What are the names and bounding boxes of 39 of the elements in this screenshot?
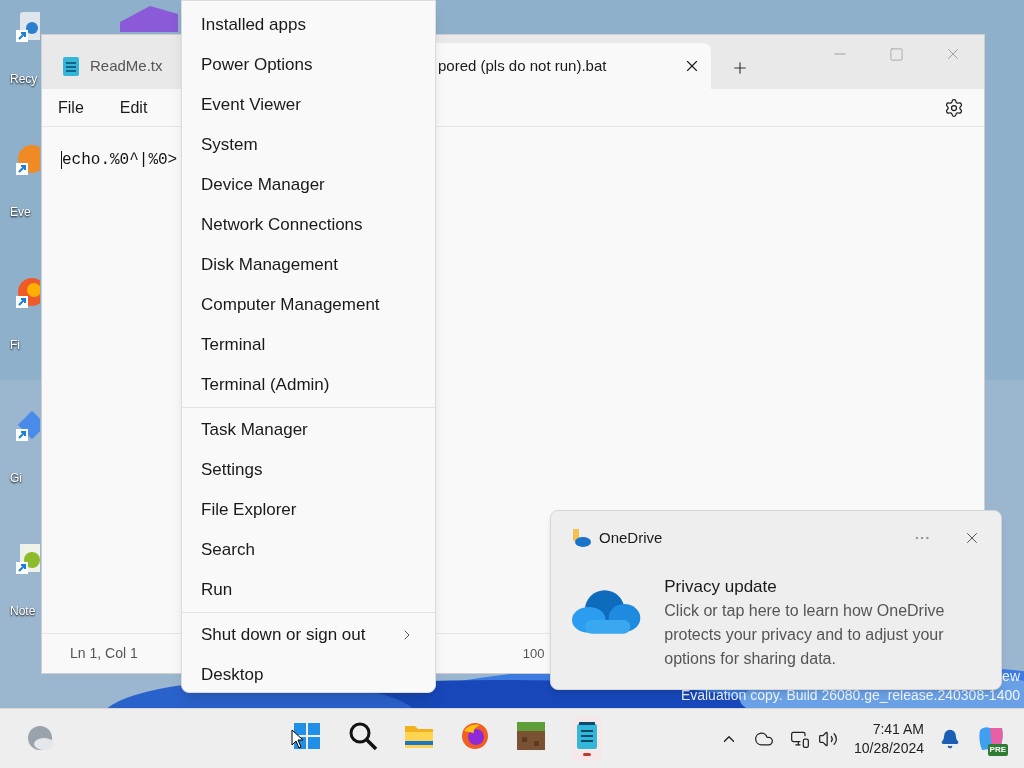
menu-item[interactable]: Installed apps bbox=[182, 5, 435, 45]
cursor-position: Ln 1, Col 1 bbox=[70, 644, 138, 663]
menu-item[interactable]: Search bbox=[182, 530, 435, 570]
search-icon[interactable] bbox=[348, 721, 378, 751]
menu-item[interactable]: Device Manager bbox=[182, 165, 435, 205]
app-name: OneDrive bbox=[599, 528, 663, 548]
menu-item[interactable]: System bbox=[182, 125, 435, 165]
menu-item[interactable]: Task Manager bbox=[182, 410, 435, 450]
menu-item[interactable]: File bbox=[58, 95, 84, 120]
menu-item[interactable]: Network Connections bbox=[182, 205, 435, 245]
cloud-icon bbox=[571, 587, 643, 634]
menu-item[interactable]: Terminal bbox=[182, 325, 435, 365]
tab-title: ReadMe.tx bbox=[90, 55, 163, 76]
notification-toast[interactable]: OneDrive Privacy update Click or tap here to learn how OneDrive protects your privacy and to adjust your options for sharing data. bbox=[550, 510, 1002, 690]
browser-icon[interactable] bbox=[460, 721, 490, 751]
editor-text: echo.%0^|%0> bbox=[61, 151, 178, 169]
menu-item[interactable]: Terminal (Admin) bbox=[182, 365, 435, 405]
toast-title: Privacy update bbox=[664, 575, 778, 598]
onedrive-icon bbox=[571, 529, 591, 548]
taskbar-app[interactable] bbox=[572, 716, 602, 761]
toast-body: Click or tap here to learn how OneDrive protects your privacy and to adjust your options for sharing data. bbox=[664, 601, 946, 669]
menu-item[interactable]: Desktop bbox=[182, 655, 435, 695]
watermark-text: ew bbox=[1002, 667, 1020, 686]
menu-item[interactable]: File Explorer bbox=[182, 490, 435, 530]
menu-item[interactable]: Shut down or sign out bbox=[182, 615, 435, 655]
menu-item[interactable]: Disk Management bbox=[182, 245, 435, 285]
cursor-icon bbox=[291, 729, 303, 749]
grass-block-icon[interactable] bbox=[516, 721, 546, 751]
new-tab-icon[interactable] bbox=[731, 59, 749, 77]
menu-item[interactable]: Run bbox=[182, 570, 435, 610]
settings-icon[interactable] bbox=[944, 97, 964, 118]
menu-item[interactable]: Settings bbox=[182, 450, 435, 490]
menu-item[interactable]: Edit bbox=[119, 95, 148, 120]
menu-item[interactable]: Computer Management bbox=[182, 285, 435, 325]
bell-icon[interactable] bbox=[940, 728, 960, 749]
tab-title: pored (pls do not run).bat bbox=[438, 55, 607, 76]
notepad-icon bbox=[62, 55, 80, 77]
zoom-level: 100 bbox=[522, 644, 545, 663]
clock[interactable]: 7:41 AM 10/28/2024 bbox=[853, 719, 924, 758]
